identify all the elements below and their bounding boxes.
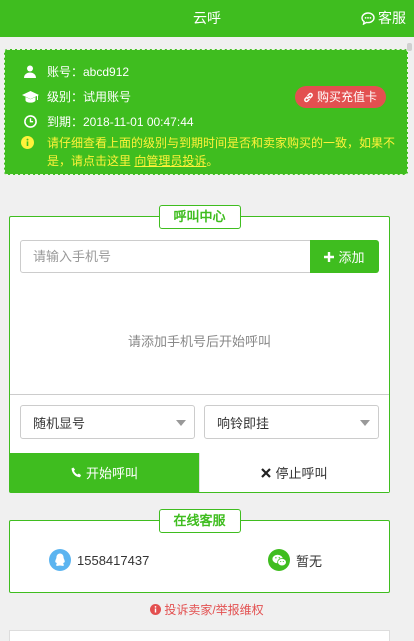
add-phone-label: 添加: [338, 250, 365, 265]
online-service-legend: 在线客服: [158, 509, 241, 533]
qq-contact[interactable]: 1558417437: [49, 549, 149, 571]
warning-notice: 请仔细查看上面的级别与到期时间是否和卖家购买的一致，如果不是，请点击这里 向管理…: [21, 134, 401, 170]
start-call-button[interactable]: 开始呼叫: [10, 453, 199, 492]
add-phone-button[interactable]: 添加: [310, 240, 379, 273]
plus-icon: [324, 251, 335, 262]
caret-down-icon: [360, 420, 370, 426]
user-icon: [21, 65, 39, 79]
phone-input[interactable]: [20, 240, 311, 273]
wechat-contact[interactable]: 暂无: [268, 549, 322, 571]
top-bar: 云呼 客服: [0, 0, 414, 37]
next-panel-edge: [9, 630, 390, 641]
call-mode-value: 响铃即挂: [217, 415, 270, 431]
complain-link[interactable]: 投诉卖家/举报维权: [0, 601, 414, 618]
call-mode-select[interactable]: 响铃即挂: [204, 405, 379, 439]
qq-icon: [49, 549, 71, 571]
buy-card-label: 购买充值卡: [316, 90, 377, 104]
complain-admin-link[interactable]: 向管理员投诉: [134, 154, 206, 168]
account-text: 账号：abcd912: [47, 65, 130, 79]
customer-service-link[interactable]: 客服: [361, 0, 406, 37]
level-text: 级别：试用账号: [47, 90, 132, 104]
chat-bubble-icon: [361, 12, 375, 25]
close-icon: [261, 467, 272, 478]
qq-number: 1558417437: [77, 552, 150, 568]
wechat-value: 暂无: [296, 553, 323, 569]
expiry-text: 到期：2018-11-01 00:47:44: [47, 115, 194, 129]
service-label: 客服: [378, 10, 406, 26]
call-center-panel: 呼叫中心 添加 请添加手机号后开始呼叫 随机显号 响铃即挂 开始呼叫 停止呼叫: [9, 205, 390, 493]
warning-text: 请仔细查看上面的级别与到期时间是否和卖家购买的一致，如果不是，请点击这里: [47, 136, 396, 168]
account-row: 账号：abcd912: [21, 63, 129, 80]
empty-text: 请添加手机号后开始呼叫: [127, 334, 271, 349]
link-icon: [304, 92, 313, 102]
display-number-select[interactable]: 随机显号: [20, 405, 195, 439]
clock-icon: [21, 115, 39, 129]
call-center-legend: 呼叫中心: [158, 205, 241, 229]
graduation-cap-icon: [21, 90, 39, 104]
stop-call-button[interactable]: 停止呼叫: [199, 453, 389, 492]
account-info-box: 账号：abcd912 级别：试用账号 到期：2018-11-01 00:47:4…: [4, 49, 408, 175]
stop-call-label: 停止呼叫: [275, 466, 328, 481]
scrollbar-thumb[interactable]: [407, 43, 412, 51]
complain-text: 投诉卖家/举报维权: [164, 603, 264, 617]
wechat-icon: [268, 549, 290, 571]
display-number-value: 随机显号: [33, 415, 86, 431]
online-service-panel: 在线客服 1558417437 暂无: [9, 509, 390, 593]
page-title: 云呼: [193, 10, 221, 26]
expiry-row: 到期：2018-11-01 00:47:44: [21, 113, 194, 130]
info-icon: [150, 604, 162, 615]
buy-card-button[interactable]: 购买充值卡: [294, 86, 386, 108]
warning-end: 。: [206, 154, 219, 168]
phone-icon: [71, 467, 81, 478]
start-call-label: 开始呼叫: [85, 466, 138, 481]
phone-list-empty-state: 请添加手机号后开始呼叫: [10, 287, 389, 395]
caret-down-icon: [176, 420, 186, 426]
info-icon: [21, 136, 39, 170]
level-row: 级别：试用账号: [21, 88, 131, 105]
